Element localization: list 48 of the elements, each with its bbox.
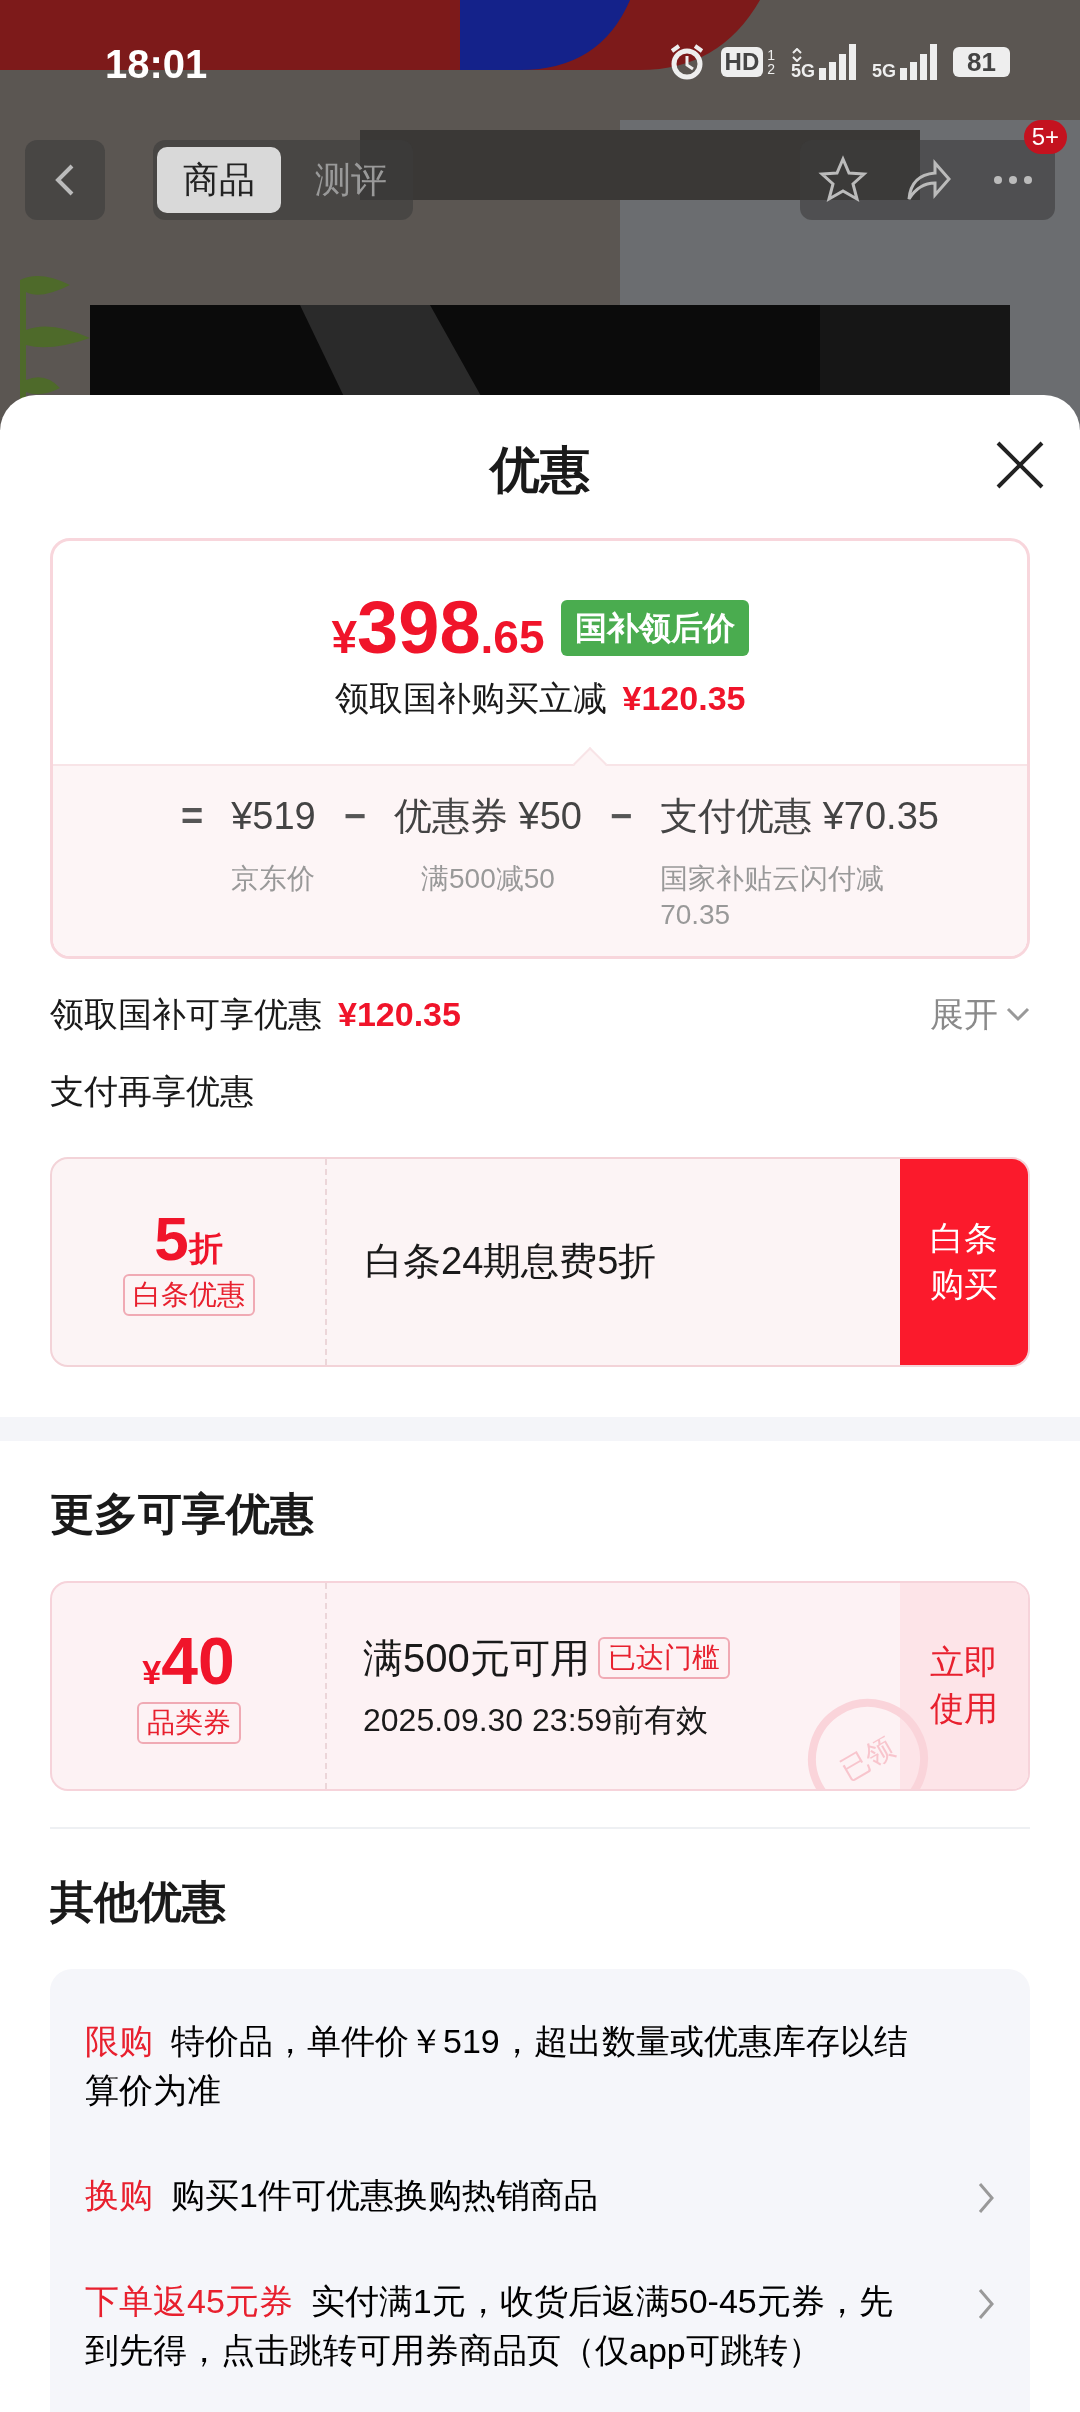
subsidy-amount: ¥120.35: [338, 993, 461, 1035]
offer-row[interactable]: 换购 购买1件可优惠换购热销商品: [85, 2143, 995, 2249]
buy-button[interactable]: 白条购买: [900, 1158, 1028, 1365]
price-note: 国家补贴云闪付减70.35: [660, 862, 886, 933]
tab[interactable]: 测评: [289, 147, 413, 213]
coupon-condition: 满500元可用: [363, 1634, 590, 1682]
chevron-icon: [1006, 1005, 1030, 1024]
time-text: 18:01: [105, 44, 208, 84]
price-note: 满500减50: [420, 862, 556, 896]
battery-indicator: 81: [953, 47, 1010, 77]
section-label: 支付再享优惠: [49, 1070, 255, 1112]
price-component: ¥519: [231, 794, 316, 839]
price-component: 支付优惠 ¥70.35: [660, 794, 939, 839]
subsidy-label: 领取国补可享优惠: [50, 993, 322, 1035]
sheet-title: 优惠: [490, 441, 590, 500]
star-icon: [817, 155, 868, 205]
coupon-tag: 品类券: [136, 1701, 241, 1744]
price-component: 优惠券 ¥50: [393, 794, 582, 839]
final-price: ¥398.65: [331, 591, 545, 665]
back-button[interactable]: [25, 140, 105, 220]
discount-value: 5折: [154, 1207, 223, 1270]
operator-sign: −: [342, 794, 367, 839]
sim-digit: 1: [767, 48, 776, 62]
alarm-icon: [668, 44, 705, 80]
section-title: 更多可享优惠: [49, 1487, 315, 1540]
operator-sign: =: [180, 794, 205, 839]
offer-row[interactable]: 下单返45元券 实付满1元，收货后返满50-45元券，先到先得，点击跳转可用券商品页（仅app可跳转）: [85, 2248, 995, 2404]
price-note: 京东价: [231, 862, 316, 896]
network-label: 5G: [791, 62, 816, 80]
signal-icon: [819, 44, 857, 80]
price-tag: 国补领后价: [560, 600, 749, 656]
signal-icon: [900, 44, 938, 80]
coupon-validity: 2025.09.30 23:59前有效: [363, 1700, 710, 1740]
coupon-amount: ¥40: [142, 1627, 235, 1694]
saving-label: 领取国补购买立减: [334, 678, 607, 719]
hd-label: HD: [720, 47, 764, 77]
network-label: 5G: [872, 62, 897, 80]
operator-sign: −: [608, 794, 634, 839]
sim-digit: 2: [767, 62, 776, 76]
more-icon: [993, 176, 1032, 184]
tab[interactable]: 商品: [157, 147, 281, 213]
offer-tag: 白条优惠: [122, 1273, 255, 1316]
section-title: 其他优惠: [49, 1875, 227, 1928]
use-button[interactable]: 立即使用: [900, 1582, 1028, 1789]
threshold-tag: 已达门槛: [597, 1636, 730, 1679]
saving-amount: ¥120.35: [622, 678, 746, 719]
offer-description: 白条24期息费5折: [365, 1239, 657, 1285]
offer-row[interactable]: 限购 特价品，单件价￥519，超出数量或优惠库存以结算价为准: [85, 1988, 995, 2144]
